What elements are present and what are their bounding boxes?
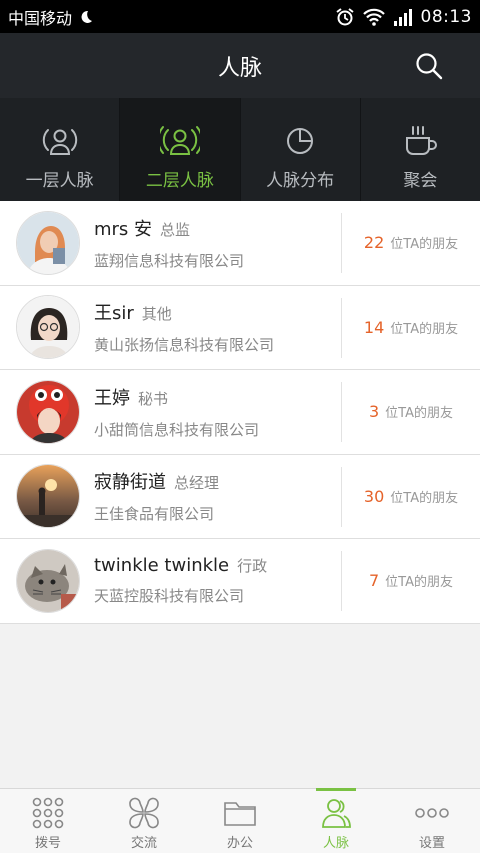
signal-icon — [393, 8, 412, 26]
friend-count-number: 3 — [368, 402, 380, 422]
nav-chat[interactable]: 交流 — [96, 789, 192, 853]
avatar[interactable] — [16, 210, 80, 275]
search-icon[interactable] — [414, 51, 444, 81]
alarm-icon — [335, 7, 354, 25]
nav-office[interactable]: 办公 — [192, 789, 288, 853]
coffee-cup-icon — [406, 126, 438, 155]
contact-row[interactable]: twinkle twinkle 行政 天蓝控股科技有限公司 7 位TA的朋友 — [0, 539, 480, 624]
tab-second-layer[interactable]: 二层人脉 — [120, 98, 241, 201]
nav-label: 设置 — [418, 836, 445, 851]
nav-dial[interactable]: 拨号 — [0, 789, 96, 853]
wifi-icon — [362, 8, 385, 26]
friend-count-number: 30 — [363, 486, 385, 506]
page-title: 人脉 — [217, 55, 262, 81]
friend-count[interactable]: 22 位TA的朋友 — [342, 233, 480, 252]
tab-label: 二层人脉 — [145, 171, 214, 191]
row-divider — [341, 297, 342, 358]
clover-icon — [129, 797, 159, 829]
contact-role: 总监 — [160, 220, 191, 239]
friend-count[interactable]: 7 位TA的朋友 — [342, 571, 480, 590]
contact-company: 黄山张扬信息科技有限公司 — [94, 336, 275, 355]
contact-name: mrs 安 — [94, 218, 153, 240]
contact-row[interactable]: 寂静街道 总经理 王佳食品有限公司 30 位TA的朋友 — [0, 455, 480, 539]
tab-label: 一层人脉 — [25, 171, 94, 191]
person-circle-icon — [42, 129, 77, 155]
nav-label: 拨号 — [34, 836, 61, 851]
tab-label: 聚会 — [403, 171, 438, 191]
row-divider — [341, 551, 342, 611]
contact-row[interactable]: 王婷 秘书 小甜筒信息科技有限公司 3 位TA的朋友 — [0, 370, 480, 455]
friend-count-number: 7 — [368, 571, 380, 591]
contact-role: 秘书 — [138, 389, 169, 408]
friend-count-label: 位TA的朋友 — [385, 575, 453, 591]
nav-settings[interactable]: 设置 — [384, 789, 480, 853]
nav-contacts[interactable]: 人脉 — [288, 788, 384, 853]
contact-company: 王佳食品有限公司 — [94, 505, 215, 524]
contact-row[interactable]: mrs 安 总监 蓝翔信息科技有限公司 22 位TA的朋友 — [0, 201, 480, 286]
tab-gathering[interactable]: 聚会 — [361, 98, 480, 201]
nav-label: 办公 — [226, 836, 253, 851]
avatar[interactable] — [16, 379, 80, 444]
status-bar: 中国移动 08:13 — [0, 0, 480, 33]
contact-name: 王婷 — [94, 387, 130, 409]
contact-list: mrs 安 总监 蓝翔信息科技有限公司 22 位TA的朋友 王sir 其他 黄山… — [0, 201, 480, 624]
connection-tabs: 一层人脉 二层人脉 人脉分布 聚会 — [0, 98, 480, 201]
friend-count[interactable]: 14 位TA的朋友 — [342, 318, 480, 337]
friend-count-label: 位TA的朋友 — [390, 321, 459, 337]
carrier-name: 中国移动 — [8, 8, 73, 28]
person-network-icon — [159, 126, 200, 155]
more-dots-icon — [415, 808, 449, 818]
avatar[interactable] — [16, 548, 80, 613]
nav-label: 交流 — [130, 836, 157, 851]
contact-role: 其他 — [141, 305, 172, 324]
friend-count-number: 14 — [363, 317, 385, 337]
avatar[interactable] — [16, 295, 80, 360]
bottom-nav: 拨号 交流 办公 人脉 设置 — [0, 788, 480, 853]
pie-chart-icon — [287, 128, 314, 154]
tab-distribution[interactable]: 人脉分布 — [241, 98, 361, 201]
friend-count-label: 位TA的朋友 — [390, 490, 459, 506]
moon-icon — [81, 10, 93, 23]
row-divider — [341, 213, 342, 273]
contact-company: 天蓝控股科技有限公司 — [94, 587, 245, 606]
avatar[interactable] — [16, 464, 80, 529]
tab-first-layer[interactable]: 一层人脉 — [0, 98, 121, 201]
contact-name: 王sir — [94, 303, 134, 325]
nav-label: 人脉 — [322, 836, 349, 851]
contact-company: 小甜筒信息科技有限公司 — [94, 420, 260, 439]
clock: 08:13 — [420, 6, 472, 27]
friend-count-label: 位TA的朋友 — [390, 237, 459, 253]
row-divider — [341, 382, 342, 442]
contact-role: 总经理 — [174, 474, 220, 493]
friend-count[interactable]: 30 位TA的朋友 — [342, 487, 480, 506]
contact-name: 寂静街道 — [94, 472, 166, 494]
contact-name: twinkle twinkle — [94, 555, 230, 577]
title-bar: 人脉 — [0, 33, 480, 98]
friend-count[interactable]: 3 位TA的朋友 — [342, 402, 480, 421]
row-divider — [341, 466, 342, 527]
contact-row[interactable]: 王sir 其他 黄山张扬信息科技有限公司 14 位TA的朋友 — [0, 286, 480, 370]
contact-role: 行政 — [237, 557, 268, 576]
dialpad-icon — [32, 797, 64, 829]
friend-count-label: 位TA的朋友 — [385, 406, 453, 422]
friend-count-number: 22 — [363, 233, 385, 253]
tab-label: 人脉分布 — [266, 171, 335, 191]
contact-company: 蓝翔信息科技有限公司 — [94, 251, 245, 270]
folder-icon — [224, 802, 256, 826]
contacts-icon — [322, 799, 351, 828]
